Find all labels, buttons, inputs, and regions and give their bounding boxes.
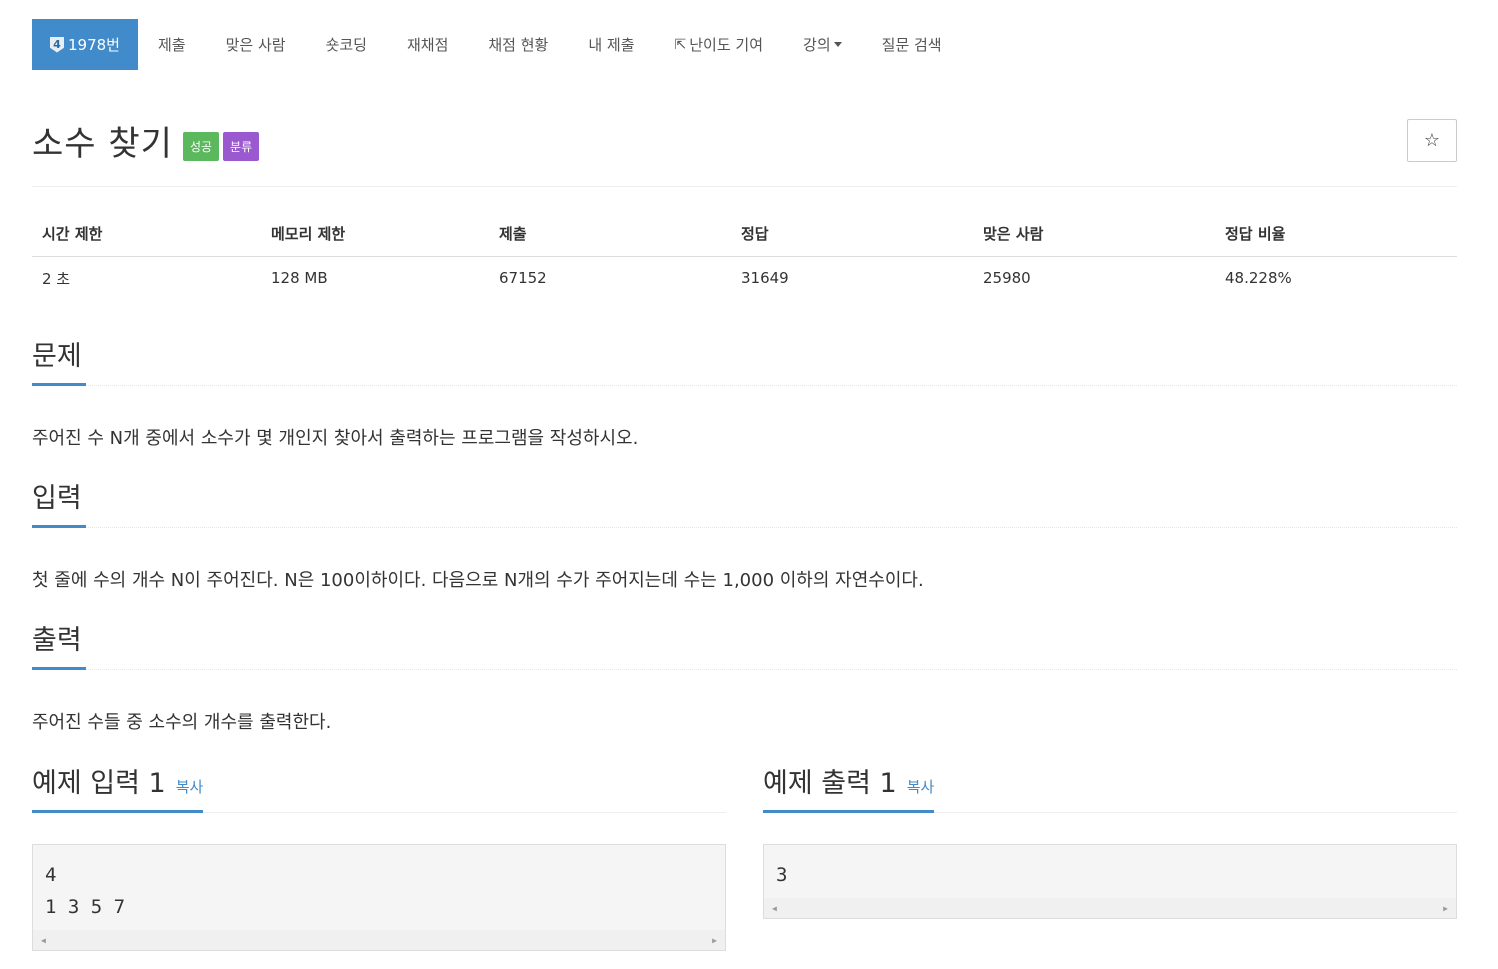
- tier-icon: 4: [50, 36, 64, 53]
- value-accepted: 31649: [741, 269, 789, 288]
- nav-my-submissions[interactable]: 내 제출: [568, 19, 654, 70]
- nav-solved-users-label: 맞은 사람: [225, 36, 286, 54]
- sample-output-heading: 예제 출력 1 복사: [763, 765, 1457, 813]
- sample-output-text: 3: [776, 864, 788, 886]
- description-text: 주어진 수 N개 중에서 소수가 몇 개인지 찾아서 출력하는 프로그램을 작성…: [32, 428, 639, 449]
- sample-input-section: 예제 입력 1 복사: [32, 765, 726, 813]
- nav-rejudge-label: 재채점: [406, 36, 449, 54]
- input-title: 입력: [32, 480, 86, 528]
- value-solved-users: 25980: [983, 269, 1031, 288]
- nav-problem-label: 1978번: [68, 36, 120, 54]
- value-memory-limit: 128 MB: [271, 269, 328, 288]
- problem-nav: 4 1978번 제출 맞은 사람 숏코딩 재채점 채점 현황 내 제출 ⇱ 난이…: [32, 19, 962, 70]
- input-text: 첫 줄에 수의 개수 N이 주어진다. N은 100이하이다. 다음으로 N개의…: [32, 570, 924, 591]
- category-badge[interactable]: 분류: [223, 132, 260, 161]
- problem-info-table: 시간 제한 메모리 제한 제출 정답 맞은 사람 정답 비율 2 초 128 M…: [32, 211, 1457, 300]
- scroll-left-icon[interactable]: ◀: [772, 904, 777, 913]
- scroll-right-icon[interactable]: ▶: [1443, 904, 1448, 913]
- nav-problem[interactable]: 4 1978번: [32, 19, 138, 70]
- header-accepted: 정답: [731, 211, 973, 257]
- nav-solved-users[interactable]: 맞은 사람: [206, 19, 306, 70]
- header-memory-limit: 메모리 제한: [261, 211, 489, 257]
- external-link-icon: ⇱: [674, 36, 687, 53]
- output-title: 출력: [32, 622, 86, 670]
- value-accept-ratio: 48.228%: [1225, 269, 1292, 288]
- nav-my-submissions-label: 내 제출: [588, 36, 635, 54]
- table-header-row: 시간 제한 메모리 제한 제출 정답 맞은 사람 정답 비율: [32, 211, 1457, 257]
- nav-submit[interactable]: 제출: [138, 19, 206, 70]
- description-title: 문제: [32, 338, 86, 386]
- value-submissions: 67152: [499, 269, 547, 288]
- nav-difficulty-label: 난이도 기여: [689, 36, 764, 54]
- nav-difficulty[interactable]: ⇱ 난이도 기여: [655, 19, 784, 70]
- horizontal-scrollbar[interactable]: ◀ ▶: [33, 930, 725, 950]
- input-heading: 입력: [32, 480, 1457, 528]
- table-row: 2 초 128 MB 67152 31649 25980 48.228%: [32, 256, 1457, 300]
- copy-output-button[interactable]: 복사: [907, 768, 935, 806]
- status-badge: 성공: [182, 132, 220, 161]
- nav-status-label: 채점 현황: [488, 36, 549, 54]
- sample-output-section: 예제 출력 1 복사: [763, 765, 1457, 813]
- sample-input-text: 4 1 3 5 7: [45, 864, 126, 918]
- nav-short-coding[interactable]: 숏코딩: [306, 19, 387, 70]
- horizontal-scrollbar[interactable]: ◀ ▶: [764, 898, 1456, 918]
- nav-lectures-label: 강의: [803, 36, 831, 54]
- nav-lectures[interactable]: 강의: [783, 19, 862, 70]
- sample-input-heading: 예제 입력 1 복사: [32, 765, 726, 813]
- caret-down-icon: [833, 42, 842, 47]
- header-submissions: 제출: [489, 211, 731, 257]
- star-icon: ☆: [1423, 130, 1441, 151]
- divider: [32, 186, 1457, 187]
- value-time-limit: 2 초: [42, 269, 71, 288]
- scroll-right-icon[interactable]: ▶: [712, 936, 717, 945]
- nav-status[interactable]: 채점 현황: [468, 19, 568, 70]
- sample-input-title: 예제 입력 1: [32, 768, 166, 799]
- sample-output-box[interactable]: 3 ◀ ▶: [763, 844, 1457, 919]
- sample-input-box[interactable]: 4 1 3 5 7 ◀ ▶: [32, 844, 726, 951]
- header-solved-users: 맞은 사람: [973, 211, 1215, 257]
- nav-rejudge[interactable]: 재채점: [387, 19, 468, 70]
- sample-output-title: 예제 출력 1: [763, 768, 897, 799]
- scroll-left-icon[interactable]: ◀: [41, 936, 46, 945]
- star-button[interactable]: ☆: [1407, 119, 1457, 162]
- nav-question-search[interactable]: 질문 검색: [862, 19, 962, 70]
- page-title: 소수 찾기: [32, 124, 173, 164]
- nav-question-search-label: 질문 검색: [881, 36, 942, 54]
- header-accept-ratio: 정답 비율: [1215, 211, 1457, 257]
- title-row: 소수 찾기 성공 분류: [32, 116, 260, 165]
- output-heading: 출력: [32, 622, 1457, 670]
- header-time-limit: 시간 제한: [32, 211, 261, 257]
- output-text: 주어진 수들 중 소수의 개수를 출력한다.: [32, 712, 332, 733]
- nav-short-coding-label: 숏코딩: [325, 36, 367, 54]
- description-heading: 문제: [32, 338, 1457, 386]
- copy-input-button[interactable]: 복사: [176, 768, 204, 806]
- nav-submit-label: 제출: [157, 36, 186, 54]
